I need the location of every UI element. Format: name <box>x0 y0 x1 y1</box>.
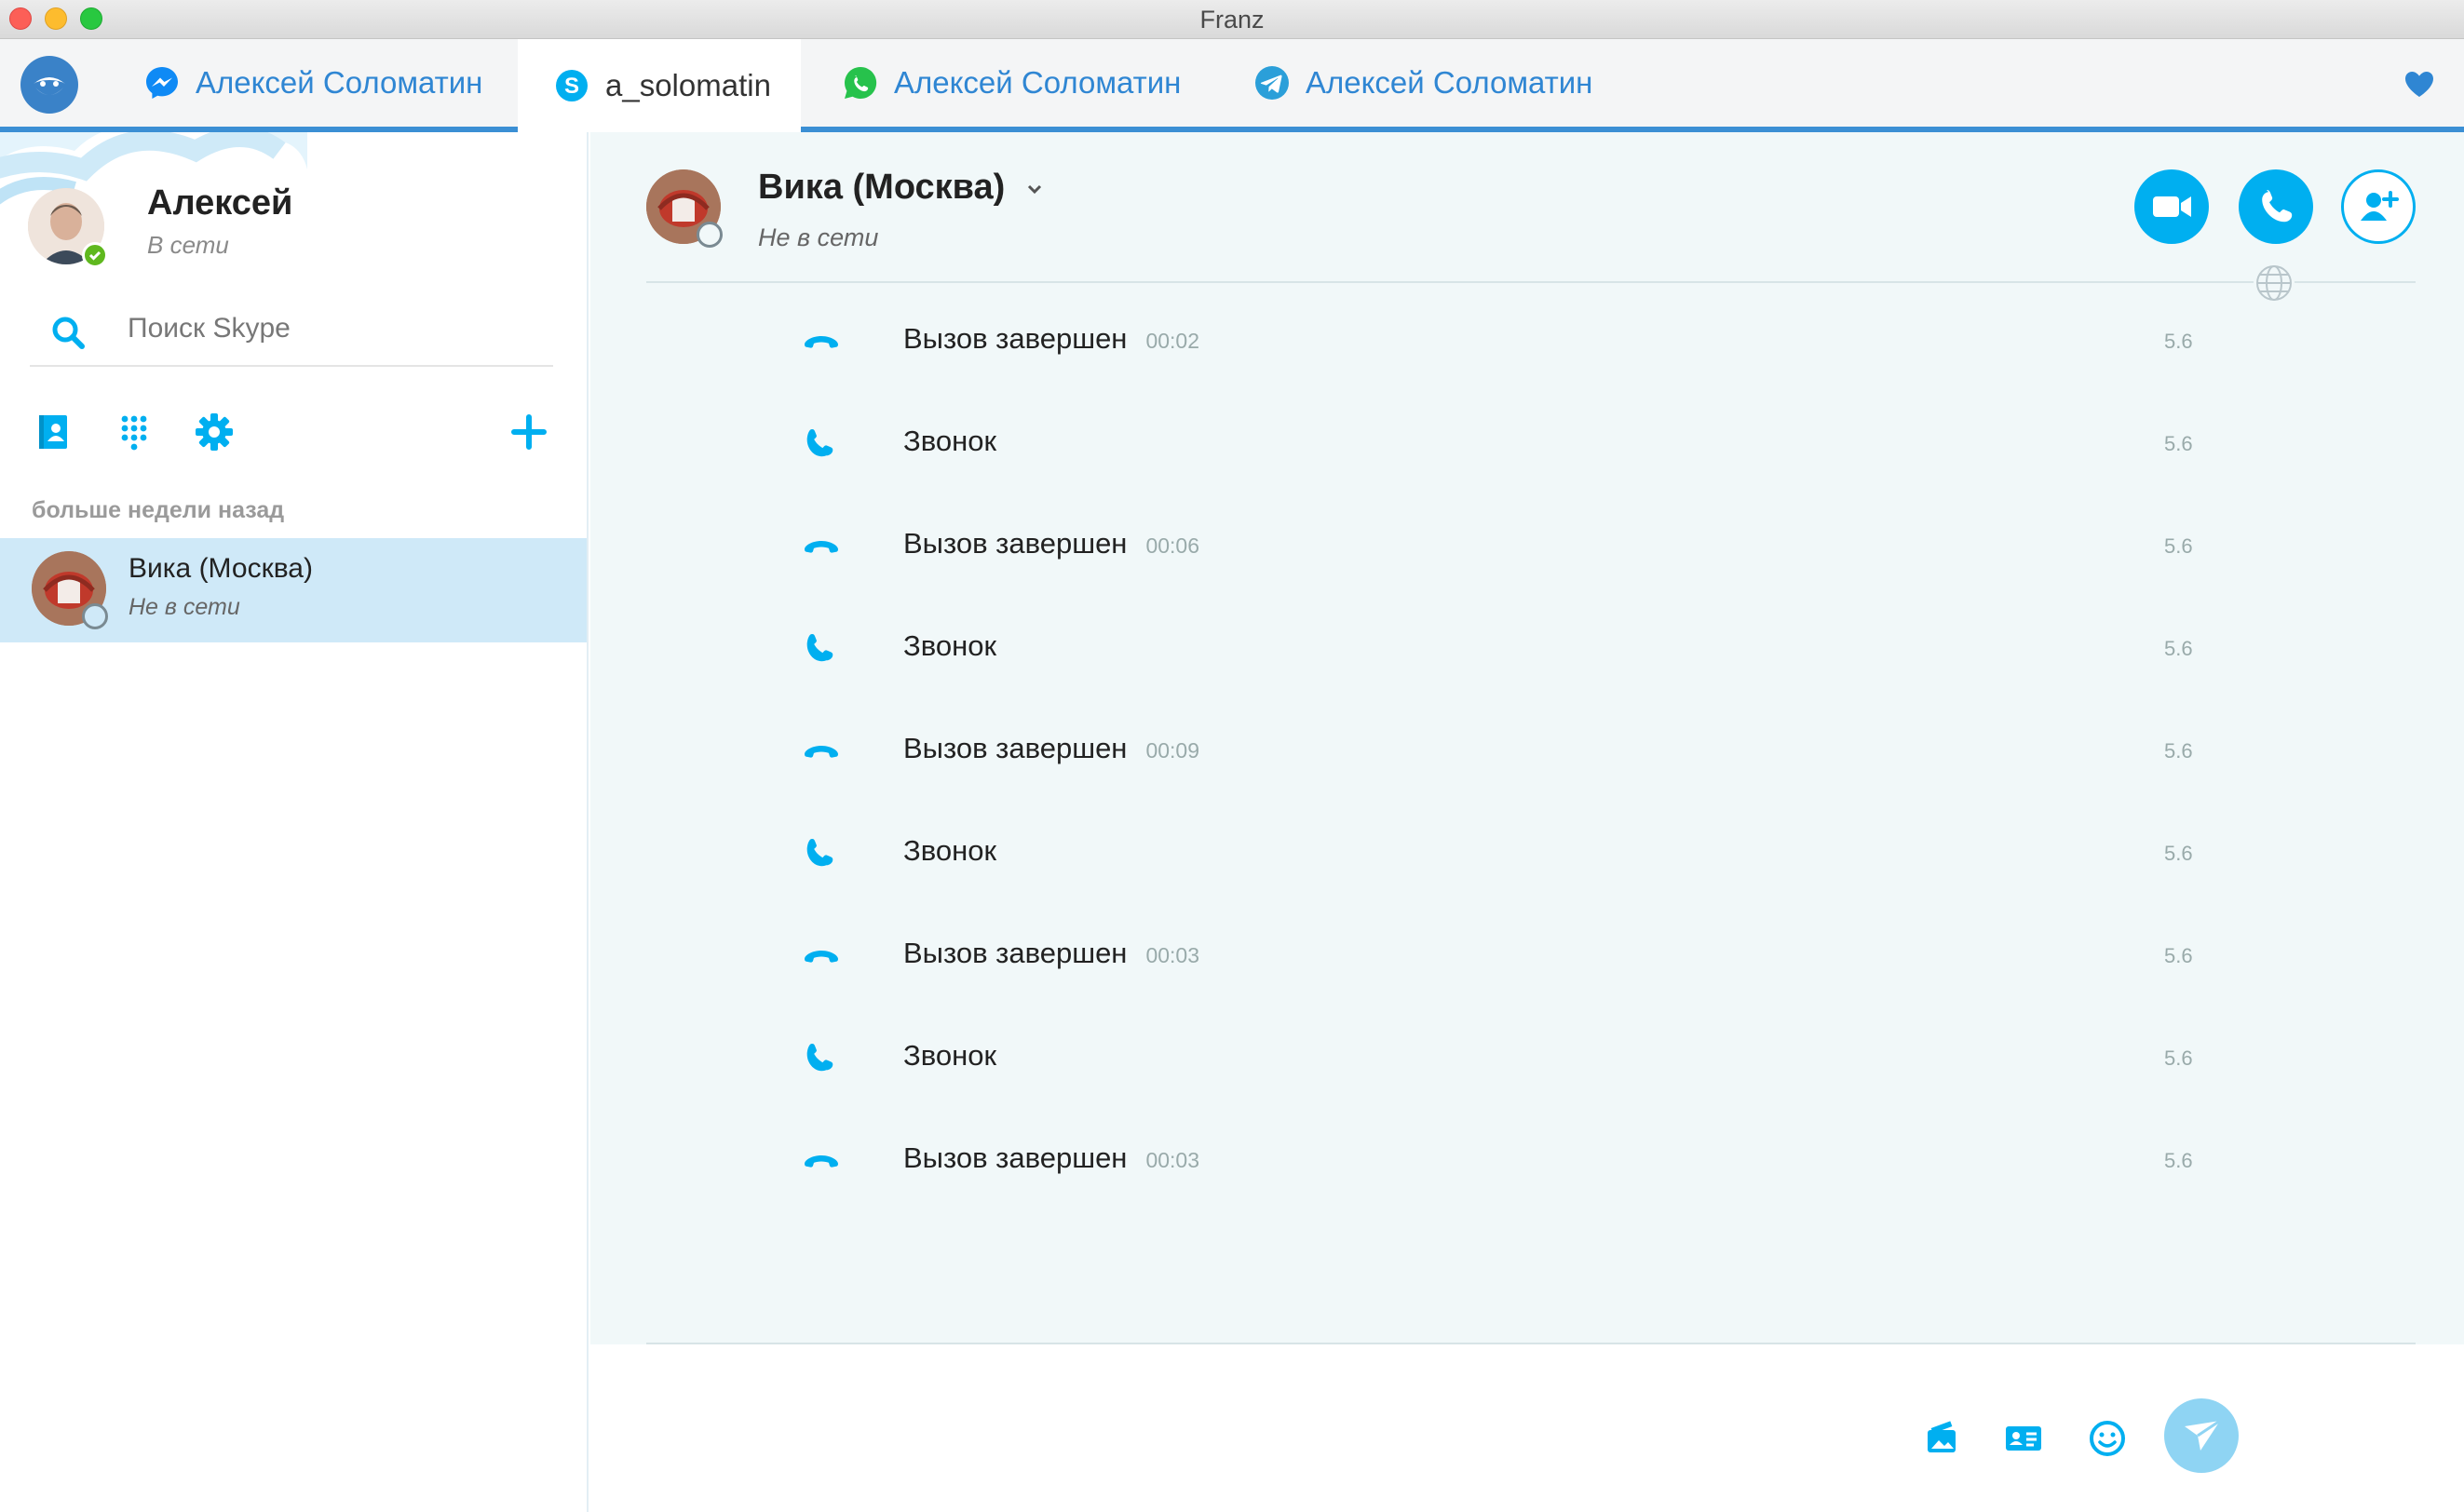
contact-name: Вика (Москва) <box>129 553 313 584</box>
message-text: Звонок <box>903 1039 997 1072</box>
message-row: Звонок 5.6 <box>590 821 2464 886</box>
heart-icon[interactable] <box>2401 65 2438 102</box>
phone-icon <box>801 629 842 670</box>
conversation-contact-status: Не в сети <box>758 223 879 251</box>
send-contact-icon[interactable] <box>2000 1415 2047 1462</box>
window-title: Franz <box>1199 6 1265 34</box>
add-participant-button[interactable] <box>2341 169 2416 244</box>
phone-icon <box>801 1039 842 1080</box>
add-person-icon <box>2361 191 2399 221</box>
message-date: 5.6 <box>2164 739 2193 763</box>
tab-whatsapp[interactable]: Алексей Соломатин <box>842 39 1186 127</box>
message-date: 5.6 <box>2164 1046 2193 1070</box>
tab-skype-label: a_solomatin <box>605 68 771 102</box>
conversation-header: Вика (Москва) Не в сети <box>590 132 2464 281</box>
message-date: 5.6 <box>2164 534 2193 558</box>
message-text: Звонок <box>903 425 997 457</box>
sidebar-toolbar <box>30 410 559 460</box>
add-icon[interactable] <box>507 410 551 454</box>
contact-status: Не в сети <box>129 594 240 620</box>
profile-name[interactable]: Алексей <box>147 183 292 223</box>
conversation-pane: Вика (Москва) Не в сети Вызов завершен 00… <box>590 132 2464 1512</box>
message-text: Вызов завершен 00:09 <box>903 732 1199 764</box>
dialpad-icon[interactable] <box>112 410 156 454</box>
recent-section-label: больше недели назад <box>32 497 285 523</box>
call-ended-icon <box>801 1141 842 1182</box>
message-text: Вызов завершен 00:06 <box>903 527 1199 560</box>
message-date: 5.6 <box>2164 432 2193 455</box>
call-duration: 00:03 <box>1145 943 1199 967</box>
call-duration: 00:09 <box>1145 738 1199 763</box>
message-row: Звонок 5.6 <box>590 616 2464 682</box>
compose-area[interactable] <box>590 1344 2464 1512</box>
message-text: Вызов завершен 00:03 <box>903 1141 1199 1174</box>
conversation-contact-name: Вика (Москва) <box>758 168 1006 207</box>
message-date: 5.6 <box>2164 944 2193 967</box>
message-text: Звонок <box>903 834 997 867</box>
video-call-button[interactable] <box>2134 169 2209 244</box>
tab-telegram[interactable]: Алексей Соломатин <box>1253 39 1598 127</box>
message-date: 5.6 <box>2164 1149 2193 1172</box>
search-placeholder: Поиск Skype <box>128 313 291 344</box>
header-divider <box>646 281 2416 283</box>
call-ended-icon <box>801 527 842 568</box>
search-icon <box>48 313 89 354</box>
phone-icon <box>2262 190 2293 223</box>
tab-skype[interactable]: S a_solomatin <box>518 39 801 132</box>
emoticon-icon[interactable] <box>2084 1415 2131 1462</box>
search-field[interactable]: Поиск Skype <box>30 300 553 367</box>
chevron-down-icon[interactable] <box>1025 168 1044 208</box>
tab-messenger[interactable]: Алексей Соломатин <box>140 39 484 127</box>
call-duration: 00:02 <box>1145 329 1199 353</box>
skype-sidebar: Алексей В сети Поиск Skype больше недели… <box>0 132 589 1512</box>
tab-whatsapp-label: Алексей Соломатин <box>894 65 1182 100</box>
whatsapp-icon <box>842 64 879 101</box>
phone-icon <box>801 425 842 466</box>
skype-icon: S <box>553 67 590 104</box>
send-message-button[interactable] <box>2164 1398 2239 1473</box>
message-row: Вызов завершен 00:02 5.6 <box>590 309 2464 374</box>
franz-window: Franz Алексей Соломатин S a_solomatin Ал… <box>0 0 2464 1512</box>
phone-icon <box>801 834 842 875</box>
messenger-icon <box>143 64 181 101</box>
message-date: 5.6 <box>2164 637 2193 660</box>
call-duration: 00:03 <box>1145 1148 1199 1172</box>
service-tab-bar: Алексей Соломатин S a_solomatin Алексей … <box>0 39 2464 132</box>
call-ended-icon <box>801 732 842 773</box>
telegram-icon <box>1253 64 1291 101</box>
franz-logo-icon[interactable] <box>20 56 78 114</box>
offline-status-icon <box>697 222 723 248</box>
message-row: Вызов завершен 00:03 5.6 <box>590 924 2464 989</box>
settings-gear-icon[interactable] <box>192 410 237 454</box>
video-camera-icon <box>2153 196 2191 217</box>
call-duration: 00:06 <box>1145 533 1199 558</box>
conversation-title[interactable]: Вика (Москва) <box>758 168 1044 208</box>
profile-status[interactable]: В сети <box>147 231 229 260</box>
contact-list-item[interactable]: Вика (Москва) Не в сети <box>0 538 587 642</box>
message-text: Вызов завершен 00:02 <box>903 322 1199 355</box>
message-row: Звонок 5.6 <box>590 412 2464 477</box>
globe-icon[interactable] <box>2254 263 2295 304</box>
send-image-icon[interactable] <box>1918 1415 1965 1462</box>
message-row: Вызов завершен 00:03 5.6 <box>590 1128 2464 1194</box>
message-row: Вызов завершен 00:06 5.6 <box>590 514 2464 579</box>
message-text: Вызов завершен 00:03 <box>903 937 1199 969</box>
message-date: 5.6 <box>2164 842 2193 865</box>
audio-call-button[interactable] <box>2239 169 2313 244</box>
message-text: Звонок <box>903 629 997 662</box>
message-row: Звонок 5.6 <box>590 1026 2464 1091</box>
contacts-icon[interactable] <box>32 410 76 454</box>
call-ended-icon <box>801 937 842 978</box>
title-bar: Franz <box>0 0 2464 39</box>
tab-telegram-label: Алексей Соломатин <box>1306 65 1593 100</box>
message-row: Вызов завершен 00:09 5.6 <box>590 719 2464 784</box>
offline-status-icon <box>82 603 108 629</box>
send-icon <box>2185 1419 2221 1451</box>
svg-text:S: S <box>564 74 579 99</box>
message-date: 5.6 <box>2164 330 2193 353</box>
tab-messenger-label: Алексей Соломатин <box>196 65 483 100</box>
online-status-icon <box>82 242 108 268</box>
call-ended-icon <box>801 322 842 363</box>
